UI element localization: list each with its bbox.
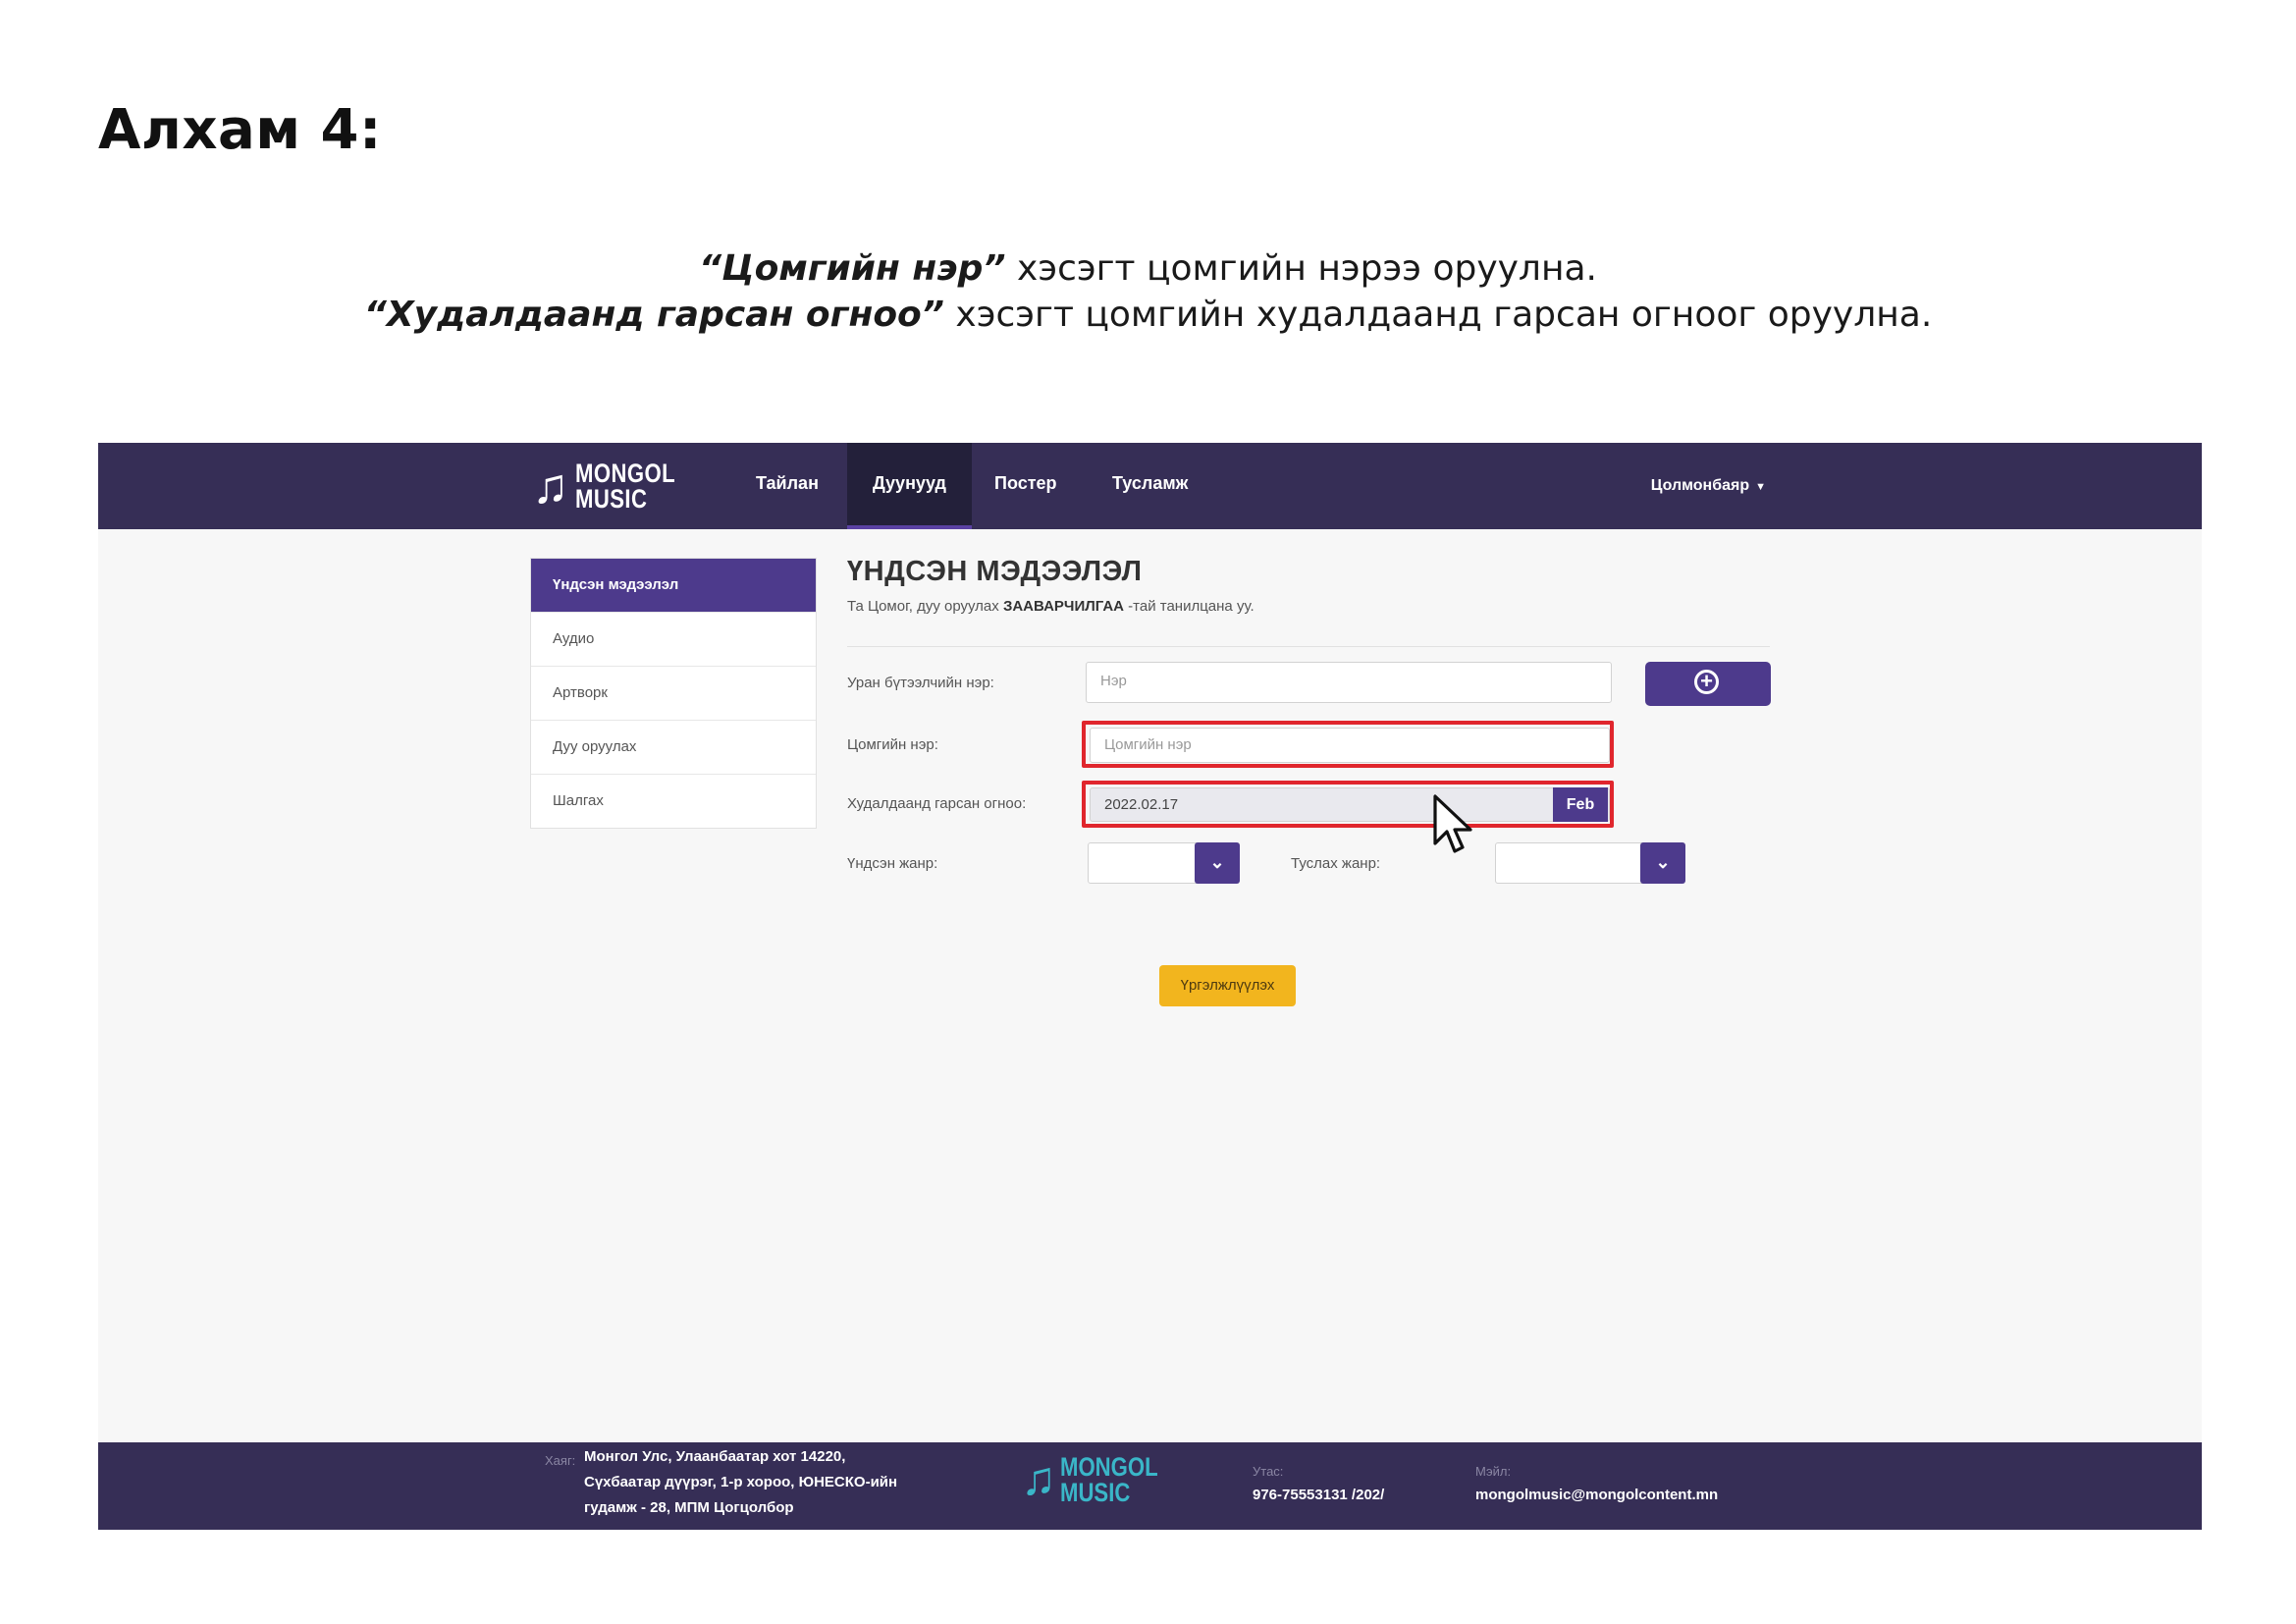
- email-label: Мэйл:: [1475, 1464, 1512, 1479]
- nav-songs[interactable]: Дуунууд: [847, 443, 972, 529]
- chevron-down-icon[interactable]: ⌄: [1640, 842, 1685, 884]
- caret-down-icon: ▼: [1755, 481, 1766, 493]
- main-content: ҮНДСЭН МЭДЭЭЛЭЛ Та Цомог, дуу оруулах ЗА…: [847, 556, 1770, 647]
- music-note-icon: ♫: [1021, 1453, 1056, 1505]
- step-sidebar: Үндсэн мэдээлэл Аудио Артворк Дуу оруула…: [530, 558, 817, 829]
- phone-label: Утас:: [1253, 1464, 1284, 1479]
- user-menu[interactable]: Цолмонбаяр ▼: [1651, 443, 1766, 529]
- nav-report[interactable]: Тайлан: [730, 443, 844, 529]
- address-text: Монгол Улс, Улаанбаатар хот 14220, Сүхба…: [584, 1448, 898, 1516]
- album-name-highlight: [1082, 721, 1614, 768]
- logo-text: MONGOL MUSIC: [574, 459, 675, 514]
- chevron-down-icon[interactable]: ⌄: [1195, 842, 1240, 884]
- artist-name-input[interactable]: Нэр: [1086, 662, 1612, 703]
- sidebar-item-review[interactable]: Шалгах: [531, 775, 816, 828]
- user-name: Цолмонбаяр: [1650, 477, 1750, 494]
- music-note-icon: ♫: [532, 459, 569, 514]
- page-subtitle: Та Цомог, дуу оруулах ЗААВАРЧИЛГАА -тай …: [847, 598, 1255, 615]
- sidebar-item-basic-info[interactable]: Үндсэн мэдээлэл: [531, 559, 816, 613]
- artist-name-label: Уран бүтээлчийн нэр:: [847, 675, 994, 691]
- instruction-line-1: “Цомгийн нэр” хэсэгт цомгийн нэрээ оруул…: [0, 245, 2296, 292]
- nav-poster[interactable]: Постер: [969, 443, 1083, 529]
- release-date-label: Худалдаанд гарсан огноо:: [847, 795, 1027, 812]
- phone-text: 976-75553131 /202/: [1253, 1487, 1385, 1503]
- page-title: ҮНДСЭН МЭДЭЭЛЭЛ: [847, 556, 1143, 587]
- instruction-text: хэсэгт цомгийн нэрээ оруулна.: [1005, 248, 1597, 289]
- footer: Хаяг: Монгол Улс, Улаанбаатар хот 14220,…: [98, 1442, 2202, 1530]
- nav-help[interactable]: Тусламж: [1087, 443, 1213, 529]
- top-navbar: ♫ MONGOL MUSIC Тайлан Дуунууд Постер Тусл…: [98, 443, 2202, 529]
- step-title: Алхам 4:: [98, 98, 382, 162]
- instruction-line-2: “Худалдаанд гарсан огноо” хэсэгт цомгийн…: [0, 292, 2296, 338]
- instruction-emphasis: “Худалдаанд гарсан огноо”: [363, 295, 944, 335]
- instructions: “Цомгийн нэр” хэсэгт цомгийн нэрээ оруул…: [0, 245, 2296, 338]
- plus-circle-icon: +: [1694, 670, 1719, 694]
- footer-logo[interactable]: ♫ MONGOL MUSIC: [1021, 1452, 1180, 1507]
- sidebar-item-artwork[interactable]: Артворк: [531, 667, 816, 721]
- instruction-text: хэсэгт цомгийн худалдаанд гарсан огноог …: [943, 295, 1933, 335]
- app-screenshot: ♫ MONGOL MUSIC Тайлан Дуунууд Постер Тусл…: [98, 443, 2202, 1530]
- sidebar-item-upload-song[interactable]: Дуу оруулах: [531, 721, 816, 775]
- footer-logo-text: MONGOL MUSIC: [1060, 1452, 1158, 1507]
- mouse-cursor-icon: [1433, 794, 1472, 853]
- email-text[interactable]: mongolmusic@mongolcontent.mn: [1475, 1483, 1718, 1508]
- main-genre-label: Үндсэн жанр:: [847, 855, 938, 872]
- continue-button[interactable]: Үргэлжлүүлэх: [1159, 965, 1296, 1006]
- add-artist-button[interactable]: +: [1645, 662, 1771, 706]
- sidebar-item-audio[interactable]: Аудио: [531, 613, 816, 667]
- instruction-emphasis: “Цомгийн нэр”: [699, 248, 1006, 289]
- sub-genre-label: Туслах жанр:: [1291, 855, 1381, 872]
- album-name-label: Цомгийн нэр:: [847, 736, 938, 753]
- release-date-highlight: [1082, 781, 1614, 828]
- instructions-link[interactable]: ЗААВАРЧИЛГАА: [1003, 598, 1124, 615]
- divider: [847, 646, 1770, 647]
- address-label: Хаяг:: [545, 1453, 576, 1468]
- mongol-music-logo[interactable]: ♫ MONGOL MUSIC: [532, 453, 697, 519]
